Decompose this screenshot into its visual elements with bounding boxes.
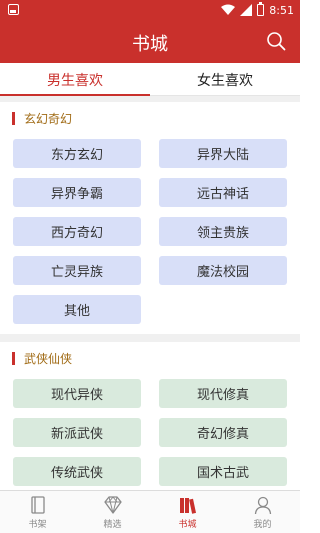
genre-button[interactable]: 新派武侠: [13, 418, 141, 447]
nav-profile[interactable]: 我的: [225, 491, 300, 533]
section-header: 武侠仙侠: [0, 342, 300, 375]
genre-button[interactable]: 领主贵族: [159, 217, 287, 246]
section-marker: [12, 112, 15, 125]
diamond-icon: [103, 496, 122, 514]
bookstore-icon: [179, 498, 196, 514]
genre-button[interactable]: 亡灵异族: [13, 256, 141, 285]
genre-button[interactable]: 异界大陆: [159, 139, 287, 168]
tab-female[interactable]: 女生喜欢: [150, 63, 300, 95]
section-title: 玄幻奇幻: [24, 112, 73, 126]
genre-grid: 东方玄幻 异界大陆 异界争霸 远古神话 西方奇幻 领主贵族 亡灵异族 魔法校园 …: [0, 135, 300, 334]
genre-button[interactable]: 魔法校园: [159, 256, 287, 285]
bottom-navigation: 书架 精选 书城 我的: [0, 490, 300, 533]
status-time: 8:51: [269, 3, 294, 17]
category-list[interactable]: 玄幻奇幻 东方玄幻 异界大陆 异界争霸 远古神话 西方奇幻 领主贵族 亡灵异族 …: [0, 96, 300, 490]
section-marker: [12, 352, 15, 365]
genre-button[interactable]: 国术古武: [159, 457, 287, 486]
nav-label: 我的: [253, 520, 272, 530]
section-divider: [0, 334, 300, 342]
section-header: 玄幻奇幻: [0, 102, 300, 135]
book-icon: [30, 496, 45, 514]
genre-button[interactable]: 西方奇幻: [13, 217, 141, 246]
page-title: 书城: [132, 34, 168, 55]
genre-button[interactable]: 奇幻修真: [159, 418, 287, 447]
genre-button[interactable]: 现代修真: [159, 379, 287, 408]
tab-male[interactable]: 男生喜欢: [0, 63, 150, 96]
genre-button[interactable]: 其他: [13, 295, 141, 324]
genre-button[interactable]: 东方玄幻: [13, 139, 141, 168]
section-xuanhuan: 玄幻奇幻 东方玄幻 异界大陆 异界争霸 远古神话 西方奇幻 领主贵族 亡灵异族 …: [0, 102, 300, 334]
app-bar: 书城: [0, 20, 300, 63]
genre-button[interactable]: 传统武侠: [13, 457, 141, 486]
genre-button[interactable]: 异界争霸: [13, 178, 141, 207]
nav-label: 书架: [28, 520, 47, 530]
section-wuxia: 武侠仙侠 现代异侠 现代修真 新派武侠 奇幻修真 传统武侠 国术古武: [0, 342, 300, 490]
genre-button[interactable]: 现代异侠: [13, 379, 141, 408]
battery-icon: [257, 2, 265, 16]
gallery-notification-icon: [8, 4, 19, 15]
category-tabs: 男生喜欢 女生喜欢: [0, 63, 300, 96]
search-icon[interactable]: [266, 31, 286, 51]
nav-featured[interactable]: 精选: [75, 491, 150, 533]
section-title: 武侠仙侠: [24, 352, 73, 366]
status-bar: 8:51: [0, 0, 300, 20]
nav-label: 精选: [103, 520, 122, 530]
nav-bookstore[interactable]: 书城: [150, 491, 225, 533]
genre-grid: 现代异侠 现代修真 新派武侠 奇幻修真 传统武侠 国术古武: [0, 375, 300, 490]
person-icon: [254, 496, 271, 515]
wifi-icon: [221, 4, 236, 15]
signal-icon: [240, 4, 253, 16]
genre-button[interactable]: 远古神话: [159, 178, 287, 207]
nav-label: 书城: [178, 520, 197, 530]
nav-bookshelf[interactable]: 书架: [0, 491, 75, 533]
